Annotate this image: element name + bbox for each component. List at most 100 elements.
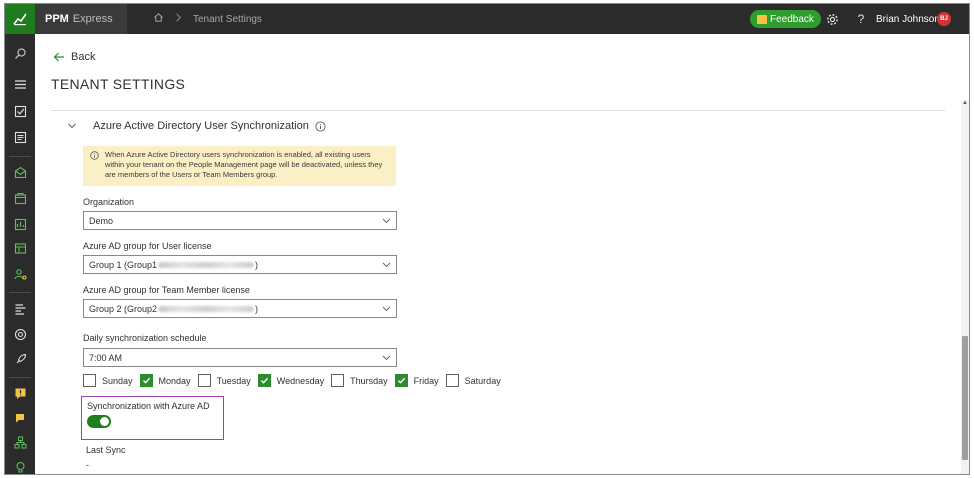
section-title: Azure Active Directory User Synchronizat… [93, 120, 309, 132]
back-link[interactable]: Back [53, 51, 95, 63]
info-icon[interactable] [315, 120, 326, 132]
chevron-down-icon [382, 262, 391, 268]
rail-divider [9, 377, 31, 378]
inbox-icon[interactable] [13, 165, 27, 179]
bulb-icon[interactable] [13, 460, 27, 474]
help-icon[interactable]: ? [854, 12, 868, 26]
redacted-email [158, 305, 255, 312]
portfolio-icon[interactable] [13, 191, 27, 205]
rocket-target-icon[interactable] [13, 327, 27, 341]
breadcrumb-current: Tenant Settings [193, 13, 262, 25]
rocket-icon[interactable] [13, 352, 27, 366]
left-rail [5, 34, 35, 474]
last-sync-label: Last Sync [86, 445, 126, 455]
checkbox-empty-icon[interactable] [445, 374, 459, 387]
alert-icon[interactable] [13, 386, 27, 400]
organization-select[interactable]: Demo [83, 211, 397, 230]
checkbox-checked-icon[interactable] [394, 374, 408, 387]
app-name[interactable]: PPM Express [35, 4, 127, 34]
sync-toggle-label: Synchronization with Azure AD [87, 401, 210, 411]
warning-message: When Azure Active Directory users synchr… [83, 146, 396, 186]
chevron-down-icon[interactable] [67, 121, 77, 131]
schedule-time-select[interactable]: 7:00 AM [83, 348, 397, 367]
schedule-time-value: 7:00 AM [89, 352, 123, 363]
main-content: Back TENANT SETTINGS Azure Active Direct… [35, 34, 969, 474]
rail-divider [9, 292, 31, 293]
avatar[interactable]: BJ [937, 12, 951, 26]
chevron-down-icon [382, 306, 391, 312]
day-label: Wednesday [276, 375, 325, 386]
toggle-knob [100, 417, 109, 426]
user-group-suffix: ) [255, 259, 259, 270]
search-icon[interactable] [13, 46, 27, 60]
organization-value: Demo [89, 215, 114, 226]
warning-text-line: are members of the Users or Team Members… [105, 170, 278, 179]
feedback-icon [757, 14, 767, 24]
back-label: Back [71, 51, 96, 63]
app-logo-icon[interactable] [5, 4, 35, 34]
home-icon[interactable] [153, 12, 164, 26]
resource-icon[interactable] [13, 241, 27, 255]
user-group-prefix: Group 1 (Group1 [89, 259, 158, 270]
member-group-prefix: Group 2 (Group2 [89, 303, 158, 314]
menu-icon[interactable] [13, 77, 27, 91]
chevron-down-icon [382, 355, 391, 361]
app-name-light: Express [72, 13, 113, 25]
last-sync-value: - [86, 460, 89, 470]
checkbox-checked-icon[interactable] [257, 374, 271, 387]
rail-divider [9, 156, 31, 157]
user-group-select[interactable]: Group 1 (Group1 ) [83, 255, 397, 274]
header-divider [51, 110, 945, 111]
day-label: Friday [413, 375, 439, 386]
day-checkbox-thursday[interactable]: Thursday [331, 374, 388, 387]
day-checkbox-saturday[interactable]: Saturday [445, 374, 501, 387]
schedule-label: Daily synchronization schedule [83, 333, 207, 343]
day-label: Tuesday [216, 375, 251, 386]
breadcrumb-separator-icon [173, 12, 184, 26]
people-icon[interactable] [13, 267, 27, 281]
weekday-checkboxes: Sunday Monday Tuesday Wednesday Thursday Frid… [83, 374, 508, 387]
report-icon[interactable] [13, 130, 27, 144]
breadcrumb: Tenant Settings [153, 4, 262, 34]
roadmap-icon[interactable] [13, 302, 27, 316]
section-header[interactable]: Azure Active Directory User Synchronizat… [67, 120, 326, 132]
day-checkbox-monday[interactable]: Monday [139, 374, 191, 387]
checkbox-empty-icon[interactable] [331, 374, 345, 387]
checkbox-checked-icon[interactable] [139, 374, 153, 387]
day-checkbox-wednesday[interactable]: Wednesday [257, 374, 325, 387]
day-label: Saturday [464, 375, 501, 386]
feedback-label: Feedback [770, 13, 814, 25]
user-name[interactable]: Brian Johnson [876, 4, 940, 34]
checkbox-empty-icon[interactable] [83, 374, 96, 387]
back-arrow-icon [53, 52, 64, 62]
org-icon[interactable] [13, 435, 27, 449]
scrollbar-thumb[interactable] [962, 336, 968, 460]
scroll-up-icon[interactable]: ▲ [962, 100, 968, 106]
organization-label: Organization [83, 197, 135, 207]
checkbox-icon[interactable] [13, 104, 27, 118]
day-label: Sunday [102, 375, 133, 386]
chat-icon[interactable] [13, 411, 27, 425]
warning-text-line: When Azure Active Directory users synchr… [105, 150, 371, 159]
warning-text-line: within your tenant on the People Managem… [105, 160, 383, 169]
member-group-suffix: ) [255, 303, 259, 314]
sync-toggle[interactable] [87, 415, 111, 428]
member-group-label: Azure AD group for Team Member license [83, 285, 250, 295]
page-title: TENANT SETTINGS [51, 76, 186, 92]
vertical-scrollbar[interactable]: ▲ [961, 100, 969, 474]
board-icon[interactable] [13, 217, 27, 231]
day-label: Monday [158, 375, 191, 386]
app-window: PPM Express Tenant Settings Feedback ? B… [4, 3, 970, 475]
checkbox-empty-icon[interactable] [197, 374, 211, 387]
info-icon [90, 151, 99, 160]
top-bar: PPM Express Tenant Settings Feedback ? B… [5, 4, 969, 34]
gear-icon[interactable] [825, 12, 839, 26]
feedback-button[interactable]: Feedback [750, 10, 821, 28]
day-checkbox-tuesday[interactable]: Tuesday [197, 374, 251, 387]
day-checkbox-friday[interactable]: Friday [394, 374, 439, 387]
user-group-label: Azure AD group for User license [83, 241, 212, 251]
member-group-select[interactable]: Group 2 (Group2 ) [83, 299, 397, 318]
app-name-bold: PPM [45, 13, 69, 25]
redacted-email [158, 261, 255, 268]
day-checkbox-sunday[interactable]: Sunday [83, 374, 133, 387]
